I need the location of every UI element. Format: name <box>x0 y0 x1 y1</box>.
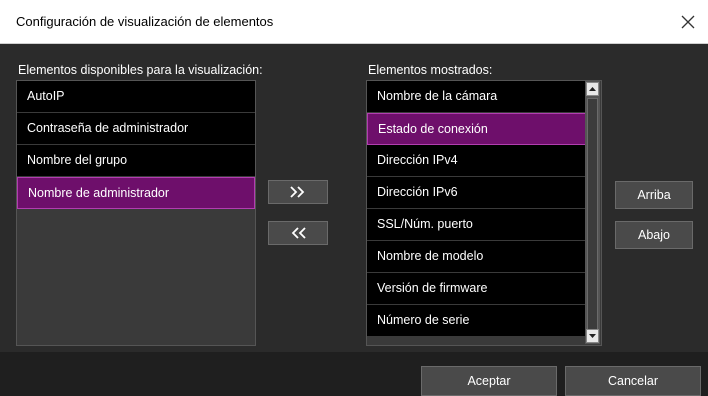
displayed-list-scrollbar[interactable] <box>585 81 600 344</box>
close-icon <box>681 15 695 29</box>
displayed-items-list[interactable]: Nombre de la cámara Estado de conexión D… <box>366 80 602 346</box>
move-up-button[interactable]: Arriba <box>615 181 693 209</box>
add-item-button[interactable] <box>268 180 328 204</box>
list-item[interactable]: AutoIP <box>17 81 255 113</box>
list-item[interactable]: Número de serie <box>367 305 586 337</box>
list-item[interactable]: Nombre de modelo <box>367 241 586 273</box>
close-button[interactable] <box>668 0 708 44</box>
title-bar: Configuración de visualización de elemen… <box>0 0 708 44</box>
list-item[interactable]: Nombre de la cámara <box>367 81 586 113</box>
cancel-button[interactable]: Cancelar <box>565 366 701 396</box>
list-item[interactable]: Dirección IPv6 <box>367 177 586 209</box>
scroll-up-button[interactable] <box>586 82 599 96</box>
ok-button[interactable]: Aceptar <box>421 366 557 396</box>
dialog-title: Configuración de visualización de elemen… <box>16 14 274 29</box>
list-item[interactable]: SSL/Núm. puerto <box>367 209 586 241</box>
display-settings-dialog: Configuración de visualización de elemen… <box>0 0 708 396</box>
available-items-label: Elementos disponibles para la visualizac… <box>18 63 263 77</box>
scroll-down-button[interactable] <box>586 329 599 343</box>
double-chevron-right-icon <box>290 186 305 198</box>
scroll-thumb[interactable] <box>587 98 598 341</box>
double-chevron-left-icon <box>291 227 306 239</box>
list-item[interactable]: Nombre del grupo <box>17 145 255 177</box>
list-item[interactable]: Dirección IPv4 <box>367 145 586 177</box>
triangle-down-icon <box>589 334 596 338</box>
remove-item-button[interactable] <box>268 221 328 245</box>
list-item-selected[interactable]: Nombre de administrador <box>17 177 255 209</box>
list-item[interactable]: Versión de firmware <box>367 273 586 305</box>
available-items-list[interactable]: AutoIP Contraseña de administrador Nombr… <box>16 80 256 346</box>
triangle-up-icon <box>589 87 596 91</box>
list-item-selected[interactable]: Estado de conexión <box>367 113 586 145</box>
displayed-items-label: Elementos mostrados: <box>368 63 493 77</box>
move-down-button[interactable]: Abajo <box>615 221 693 249</box>
list-item[interactable]: Contraseña de administrador <box>17 113 255 145</box>
